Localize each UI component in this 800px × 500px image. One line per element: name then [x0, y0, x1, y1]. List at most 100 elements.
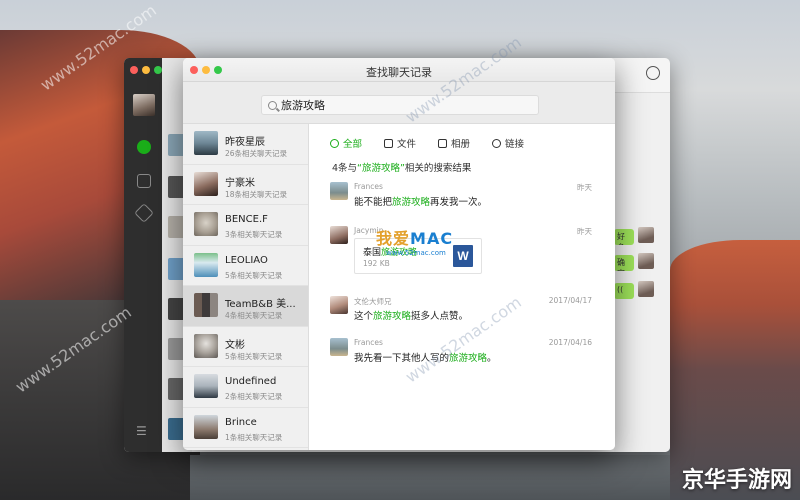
- message-sender: 文伦大师兄: [354, 297, 392, 306]
- tab-label: 全部: [343, 139, 363, 150]
- avatar: [638, 281, 654, 297]
- word-document-icon: W: [453, 245, 473, 267]
- avatar: [330, 296, 348, 314]
- summary-keyword: “旅游攻略”: [357, 163, 405, 174]
- contact-name: TeamB&B 美...: [225, 299, 296, 310]
- message-text: 我先看一下其他人写的旅游攻略。: [354, 353, 497, 364]
- tab-label: 链接: [505, 139, 525, 150]
- contacts-icon[interactable]: [137, 174, 151, 188]
- results-panel: 全部 文件 相册 链接 4条与“旅游攻略”相关的搜索结果 Frances 昨天 …: [310, 124, 615, 450]
- contact-count: 3条相关聊天记录: [225, 230, 283, 239]
- contact-item[interactable]: Undefined 2条相关聊天记录: [183, 367, 308, 408]
- user-icon[interactable]: [646, 66, 660, 80]
- zoom-button[interactable]: [154, 66, 162, 74]
- tab-all[interactable]: 全部: [330, 136, 362, 150]
- contact-name: 文彬: [225, 339, 245, 351]
- contact-count: 26条相关聊天记录: [225, 149, 288, 158]
- contact-name: 昨夜星辰: [225, 137, 265, 148]
- contact-list: 昨夜星辰 26条相关聊天记录 宁豪米 18条相关聊天记录 BENCE.F 3条相…: [183, 124, 309, 450]
- contact-count: 5条相关聊天记录: [225, 270, 283, 280]
- avatar: [194, 131, 218, 155]
- minimize-button[interactable]: [142, 66, 150, 74]
- close-button[interactable]: [130, 66, 138, 74]
- summary-prefix: 4条与: [332, 163, 358, 174]
- tab-label: 相册: [451, 139, 471, 150]
- message-text: 这个旅游攻略挺多人点赞。: [354, 311, 469, 322]
- contact-item[interactable]: Brince 1条相关聊天记录: [183, 408, 308, 448]
- avatar: [194, 293, 218, 317]
- site-brand-watermark: 京华手游网: [681, 468, 792, 493]
- contact-item[interactable]: LEOLIAO 5条相关聊天记录: [183, 246, 308, 286]
- message-date: 2017/04/16: [548, 338, 592, 347]
- filter-tabs: 全部 文件 相册 链接: [330, 136, 524, 150]
- message-date: 昨天: [577, 227, 592, 236]
- contact-count: 2条相关聊天记录: [225, 392, 283, 401]
- logo-sub-text: www.52mac.com: [386, 249, 446, 257]
- contact-item[interactable]: 文彬 5条相关聊天记录: [183, 327, 308, 367]
- tab-links[interactable]: 链接: [492, 136, 524, 150]
- wallpaper-bottom: [190, 455, 670, 500]
- avatar: [194, 414, 218, 439]
- image-icon: [438, 138, 448, 148]
- contact-name: 宁豪米: [225, 177, 255, 189]
- message-result[interactable]: Frances 2017/04/16 我先看一下其他人写的旅游攻略。: [330, 338, 592, 368]
- chat-icon[interactable]: [137, 140, 151, 154]
- contact-item[interactable]: 宁豪米 18条相关聊天记录: [183, 165, 308, 205]
- message-result[interactable]: Frances 昨天 能不能把旅游攻略再发我一次。: [330, 182, 592, 212]
- wallpaper-cliff-right: [670, 240, 800, 500]
- message-result[interactable]: 文伦大师兄 2017/04/17 这个旅游攻略挺多人点赞。: [330, 296, 592, 326]
- message-date: 2017/04/17: [548, 296, 592, 305]
- tab-photos[interactable]: 相册: [438, 136, 470, 150]
- contact-item[interactable]: 昨夜星辰 26条相关聊天记录: [183, 124, 308, 165]
- avatar: [194, 333, 218, 358]
- contact-item-selected[interactable]: TeamB&B 美... 4条相关聊天记录: [183, 286, 308, 327]
- avatar: [194, 171, 218, 196]
- message-sender: Frances: [354, 182, 383, 191]
- search-query[interactable]: 旅游攻略: [281, 97, 325, 113]
- back-chat-area: 好多 确定 ((: [614, 92, 670, 452]
- tab-label: 文件: [397, 139, 417, 150]
- wechat-sidebar: ☰: [124, 58, 162, 452]
- contact-count: 1条相关聊天记录: [225, 432, 283, 442]
- search-bar-area: 旅游攻略: [183, 82, 615, 124]
- watermark-logo: 我爱MAC www.52mac.com: [376, 225, 453, 257]
- contact-name: LEOLIAO: [225, 254, 268, 266]
- chat-bubble: 好多: [614, 229, 634, 245]
- tab-files[interactable]: 文件: [384, 136, 416, 150]
- menu-icon[interactable]: ☰: [136, 424, 150, 438]
- avatar[interactable]: [133, 94, 155, 116]
- file-size: 192 KB: [363, 259, 390, 268]
- logo-main-text: 我爱: [376, 229, 411, 248]
- contact-item[interactable]: BENCE.F 3条相关聊天记录: [183, 205, 308, 246]
- avatar: [194, 252, 218, 277]
- contact-name: Brince: [225, 416, 257, 428]
- contact-count: 5条相关聊天记录: [225, 351, 283, 361]
- contact-name: BENCE.F: [225, 214, 268, 225]
- window-title: 查找聊天记录: [366, 66, 432, 79]
- avatar: [638, 253, 654, 269]
- avatar: [330, 182, 348, 200]
- contact-count: 18条相关聊天记录: [225, 189, 288, 199]
- file-result[interactable]: Jacymin 昨天 泰国旅游攻略 192 KB W: [330, 226, 592, 280]
- file-icon: [384, 138, 394, 148]
- search-input[interactable]: 旅游攻略: [261, 95, 539, 115]
- summary-suffix: 相关的搜索结果: [404, 163, 472, 174]
- message-date: 昨天: [577, 183, 592, 192]
- chat-icon: [330, 138, 339, 148]
- link-icon: [492, 138, 502, 148]
- window-titlebar[interactable]: 查找聊天记录: [183, 58, 615, 82]
- avatar: [638, 227, 654, 243]
- avatar: [194, 374, 218, 398]
- message-text: 能不能把旅游攻略再发我一次。: [354, 197, 488, 208]
- contact-count: 4条相关聊天记录: [225, 311, 283, 320]
- chat-bubble: ((: [614, 283, 634, 299]
- avatar: [194, 212, 218, 236]
- avatar: [330, 338, 348, 356]
- logo-main-text-2: MAC: [410, 229, 454, 248]
- message-sender: Frances: [354, 338, 383, 347]
- chat-bubble: 确定: [614, 255, 634, 271]
- favorites-icon[interactable]: [134, 203, 154, 223]
- contact-name: Undefined: [225, 376, 277, 387]
- avatar: [330, 226, 348, 244]
- search-icon: [268, 100, 277, 110]
